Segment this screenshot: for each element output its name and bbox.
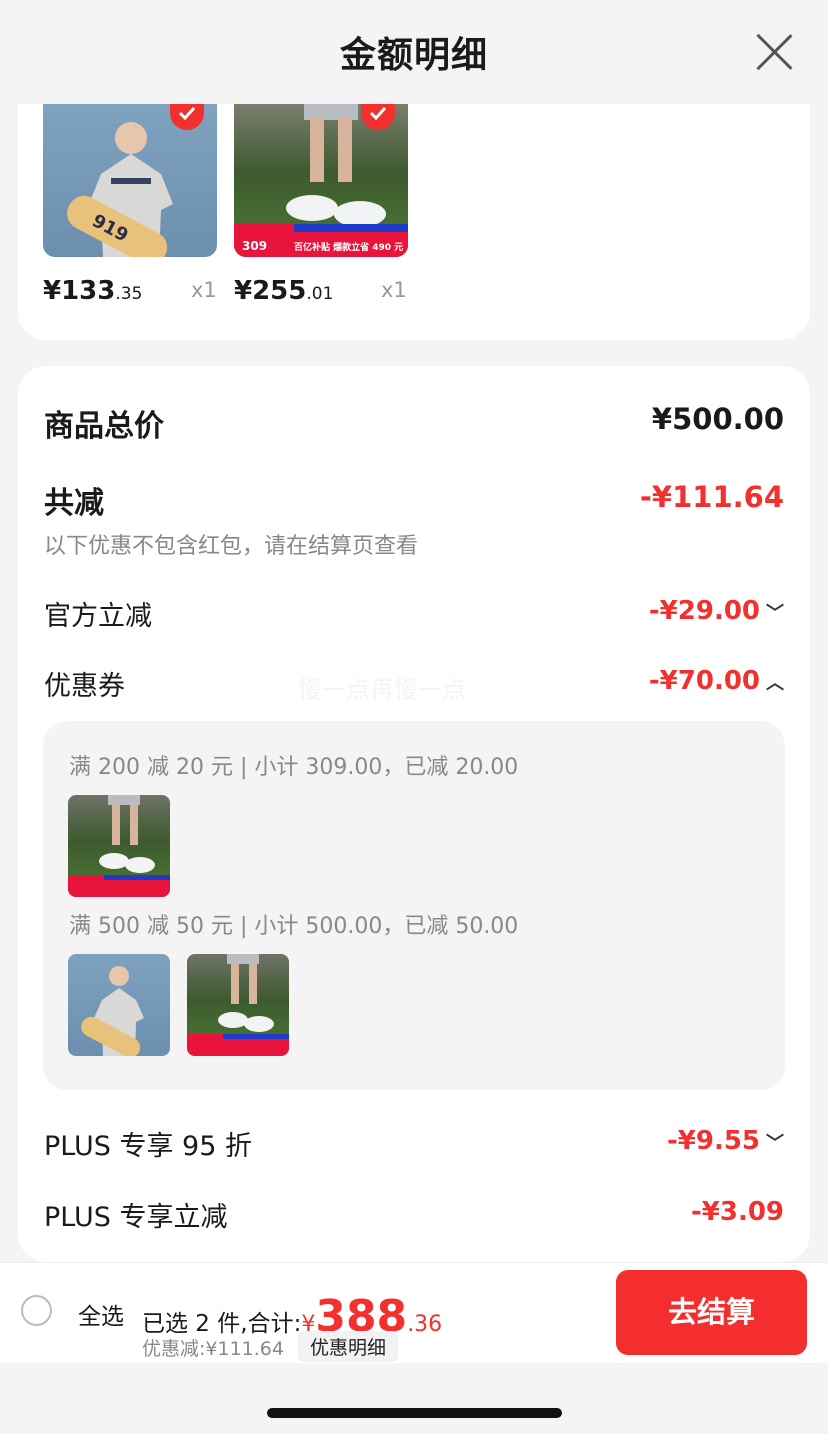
product-thumbnail-sneaker[interactable]: 309 百亿补贴 爆款立省 490 元	[234, 104, 408, 257]
coupon-row[interactable]: -¥70.00 ︿	[649, 666, 784, 696]
coupon-item-thumbnail[interactable]	[68, 795, 170, 897]
discount-note: 以下优惠不包含红包，请在结算页查看	[44, 534, 419, 559]
home-indicator[interactable]	[267, 1408, 562, 1418]
coupon-value: -¥70.00	[648, 666, 760, 696]
sneaker-banner: 百亿补贴 爆款立省 490 元	[294, 241, 403, 253]
coupon-rule: 满 200 减 20 元 | 小计 309.00，已减 20.00	[69, 755, 519, 780]
watermark: 慢一点再慢一点	[298, 676, 466, 704]
sheet-header: 金额明细	[0, 0, 828, 104]
chevron-down-icon[interactable]: ﹀	[762, 1129, 784, 1155]
coupon-item-thumbnail[interactable]	[68, 954, 170, 1056]
sneaker-mini-illustration	[187, 954, 289, 1056]
total-decimal: .36	[407, 1312, 443, 1337]
plus-reduce-label: PLUS 专享立减	[44, 1202, 228, 1233]
item-qty: x1	[381, 278, 407, 302]
item-qty: x1	[191, 278, 217, 302]
item-price: ¥255.01	[234, 276, 333, 306]
goods-total-value: ¥500.00	[651, 402, 784, 436]
sheet-title: 金额明细	[339, 35, 488, 76]
plus95-label[interactable]: PLUS 专享 95 折	[44, 1124, 252, 1163]
product-thumbnail-tshirt[interactable]: 919	[43, 104, 217, 257]
saved-amount: 优惠减:¥111.64	[142, 1338, 284, 1360]
coupon-rule: 满 500 减 50 元 | 小计 500.00，已减 50.00	[69, 914, 519, 939]
chevron-down-icon[interactable]: ﹀	[762, 599, 784, 625]
chevron-up-icon[interactable]: ︿	[762, 669, 784, 695]
official-reduce-row[interactable]: -¥29.00 ﹀	[649, 596, 784, 626]
item-price-dec: .35	[115, 284, 143, 304]
checkout-bar: 全选 已选 2 件,合计:¥388.36 优惠减:¥111.64 优惠明细 去结…	[0, 1262, 828, 1363]
price-breakdown-card: 商品总价 ¥500.00 共减 -¥111.64 以下优惠不包含红包，请在结算页…	[18, 366, 810, 1262]
item-price: ¥133.35	[43, 276, 142, 306]
official-reduce-value: -¥29.00	[648, 596, 760, 626]
tshirt-mini-illustration	[81, 966, 144, 1056]
item-price-main: ¥255	[234, 276, 307, 306]
discount-detail-button[interactable]: 优惠明细	[298, 1331, 399, 1362]
plus95-value: -¥9.55	[666, 1126, 760, 1156]
total-reduce-label: 共减	[44, 486, 104, 521]
select-all-label[interactable]: 全选	[78, 1297, 124, 1331]
select-all-radio[interactable]	[21, 1295, 52, 1326]
official-reduce-label[interactable]: 官方立减	[44, 594, 152, 633]
plus95-row[interactable]: -¥9.55 ﹀	[667, 1126, 784, 1156]
selected-items-card: 919 309 百亿补贴 爆款立省 490 元 ¥133.35 x1 ¥255.…	[18, 104, 810, 340]
goods-total-label: 商品总价	[44, 409, 164, 444]
sneaker-mini-illustration	[68, 795, 170, 897]
total-reduce-value: -¥111.64	[639, 480, 784, 514]
coupon-item-thumbnail[interactable]	[187, 954, 289, 1056]
item-price-dec: .01	[306, 284, 334, 304]
coupon-label[interactable]: 优惠券	[44, 664, 125, 703]
sneaker-badge-price: 309	[242, 239, 267, 253]
checkout-button[interactable]: 去结算	[616, 1270, 807, 1355]
close-icon[interactable]	[752, 30, 796, 74]
coupon-detail-panel: 满 200 减 20 元 | 小计 309.00，已减 20.00 满 500 …	[43, 721, 785, 1090]
plus-reduce-value: -¥3.09	[690, 1197, 784, 1227]
item-price-main: ¥133	[43, 276, 116, 306]
